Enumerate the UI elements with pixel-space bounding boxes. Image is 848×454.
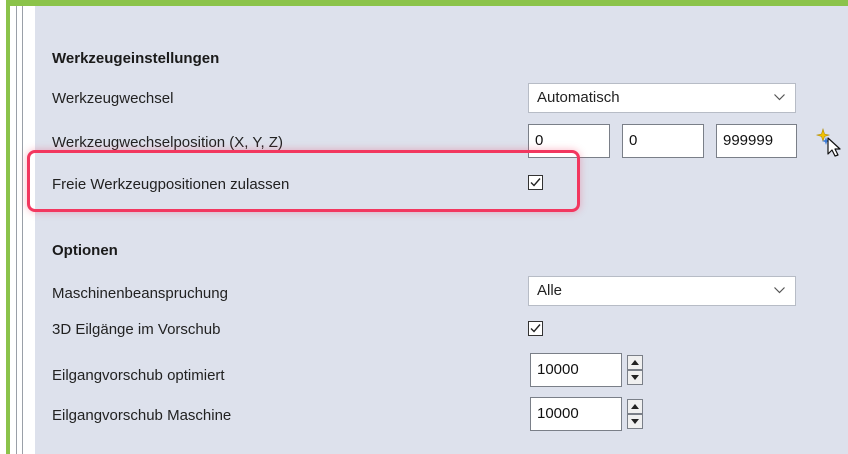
arrow-down-icon [631, 375, 639, 380]
magic-wand-cursor-icon[interactable] [814, 127, 844, 158]
divider-line [16, 6, 17, 454]
arrow-up-icon [631, 404, 639, 409]
rapid-feed-optimized-label: Eilgangvorschub optimiert [52, 367, 225, 384]
position-z-input[interactable]: 999999 [716, 124, 797, 158]
section-heading-options: Optionen [52, 242, 118, 259]
rapid-feed-optimized-spinner [627, 355, 643, 385]
tool-change-value: Automatisch [537, 89, 620, 106]
rapid-in-feed-checkbox[interactable] [528, 321, 543, 336]
spin-up-button[interactable] [627, 355, 643, 370]
chevron-down-icon [774, 84, 785, 112]
rapid-feed-optimized-input[interactable]: 10000 [530, 353, 622, 387]
tool-change-label: Werkzeugwechsel [52, 90, 174, 107]
spin-up-button[interactable] [627, 399, 643, 414]
rapid-in-feed-label: 3D Eilgänge im Vorschub [52, 321, 221, 338]
position-x-input[interactable]: 0 [528, 124, 610, 158]
spin-down-button[interactable] [627, 414, 643, 429]
chevron-down-icon [774, 277, 785, 305]
rapid-feed-machine-label: Eilgangvorschub Maschine [52, 407, 232, 424]
tool-change-dropdown[interactable]: Automatisch [528, 83, 796, 113]
settings-panel [35, 6, 848, 454]
rapid-feed-machine-input[interactable]: 10000 [530, 397, 622, 431]
section-heading-tool-settings: Werkzeugeinstellungen [52, 50, 220, 67]
checkmark-icon [530, 324, 541, 333]
position-y-input[interactable]: 0 [622, 124, 704, 158]
free-positions-label: Freie Werkzeugpositionen zulassen [52, 176, 290, 193]
checkmark-icon [530, 178, 541, 187]
arrow-down-icon [631, 419, 639, 424]
free-positions-checkbox[interactable] [528, 175, 543, 190]
machine-load-label: Maschinenbeanspruchung [52, 285, 228, 302]
tool-change-position-label: Werkzeugwechselposition (X, Y, Z) [52, 134, 283, 151]
divider-line [22, 6, 23, 454]
rapid-feed-machine-spinner [627, 399, 643, 429]
spin-down-button[interactable] [627, 370, 643, 385]
machine-load-value: Alle [537, 282, 563, 299]
machine-load-dropdown[interactable]: Alle [528, 276, 796, 306]
arrow-up-icon [631, 360, 639, 365]
